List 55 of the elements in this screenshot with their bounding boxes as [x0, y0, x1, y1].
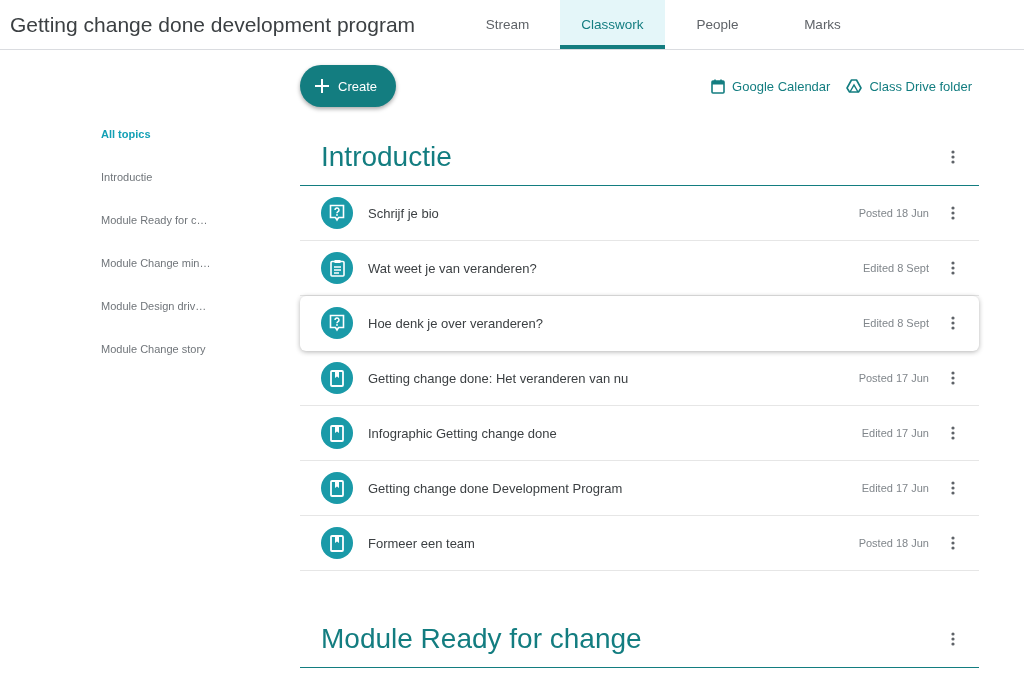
topic-heading: Introductie — [321, 141, 452, 173]
more-options-icon — [951, 426, 955, 440]
topic-link[interactable]: Introductie — [101, 169, 153, 185]
book-icon — [330, 369, 344, 387]
toolbar-link[interactable]: Google Calendar — [711, 78, 831, 94]
topic-link[interactable]: Module Change min… — [101, 255, 211, 271]
item-date: Edited 17 Jun — [861, 427, 929, 439]
more-options-icon — [951, 632, 955, 646]
item-title: Getting change done: Het veranderen van nu — [368, 370, 630, 386]
question-icon — [329, 314, 345, 332]
book-icon — [330, 424, 344, 442]
drive-icon — [846, 79, 863, 93]
item-title: Schrijf je bio — [368, 205, 440, 221]
classwork-item[interactable]: Formeer een team Posted 18 Jun — [300, 516, 979, 571]
create-button[interactable]: Create — [300, 65, 397, 107]
more-options-icon — [951, 261, 955, 275]
item-date: Posted 17 Jun — [858, 372, 929, 384]
item-title: Wat weet je van veranderen? — [368, 260, 538, 276]
item-title: Hoe denk je over veranderen? — [368, 315, 544, 331]
topic-heading: Module Ready for change — [321, 623, 642, 655]
item-date: Edited 17 Jun — [861, 482, 929, 494]
question-icon — [329, 204, 345, 222]
item-date: Edited 8 Sept — [862, 317, 929, 329]
item-title: Getting change done Development Program — [368, 480, 624, 496]
more-options-icon — [951, 536, 955, 550]
toolbar-link[interactable]: Class Drive folder — [846, 78, 972, 94]
class-title: Getting change done development program — [9, 11, 417, 38]
clipboard-icon — [329, 259, 345, 277]
nav-tab[interactable]: Marks — [770, 0, 875, 49]
nav-tab[interactable]: Stream — [455, 0, 560, 49]
item-title: Infographic Getting change done — [368, 425, 558, 441]
item-title: Formeer een team — [368, 535, 476, 551]
more-options-icon — [951, 371, 955, 385]
topic-link[interactable]: Module Design driv… — [101, 298, 207, 314]
more-options-icon — [951, 150, 955, 164]
classwork-item[interactable]: Schrijf je bio Posted 18 Jun — [300, 186, 979, 241]
nav-tab[interactable]: Classwork — [560, 0, 665, 49]
more-options-icon — [951, 206, 955, 220]
plus-icon — [315, 79, 329, 93]
topic-link[interactable]: Module Change story — [101, 341, 206, 357]
more-options-icon — [951, 316, 955, 330]
classwork-item[interactable]: Getting change done Development Program Edited 17 Jun — [300, 461, 979, 516]
item-date: Posted 18 Jun — [858, 537, 929, 549]
classwork-item[interactable]: Hoe denk je over veranderen? Edited 8 Sept — [300, 296, 979, 351]
calendar-icon — [711, 78, 726, 94]
nav-tab[interactable]: People — [665, 0, 770, 49]
classwork-item[interactable]: Wat weet je van veranderen? Edited 8 Sept — [300, 241, 979, 296]
classwork-item[interactable]: Getting change done: Het veranderen van nu Posted 17 Jun — [300, 351, 979, 406]
classwork-item[interactable]: Infographic Getting change done Edited 17 Jun — [300, 406, 979, 461]
more-options-icon — [951, 481, 955, 495]
book-icon — [330, 479, 344, 497]
book-icon — [330, 534, 344, 552]
topic-link[interactable]: Module Ready for c… — [101, 212, 208, 228]
item-date: Posted 18 Jun — [858, 207, 929, 219]
item-date: Edited 8 Sept — [862, 262, 929, 274]
